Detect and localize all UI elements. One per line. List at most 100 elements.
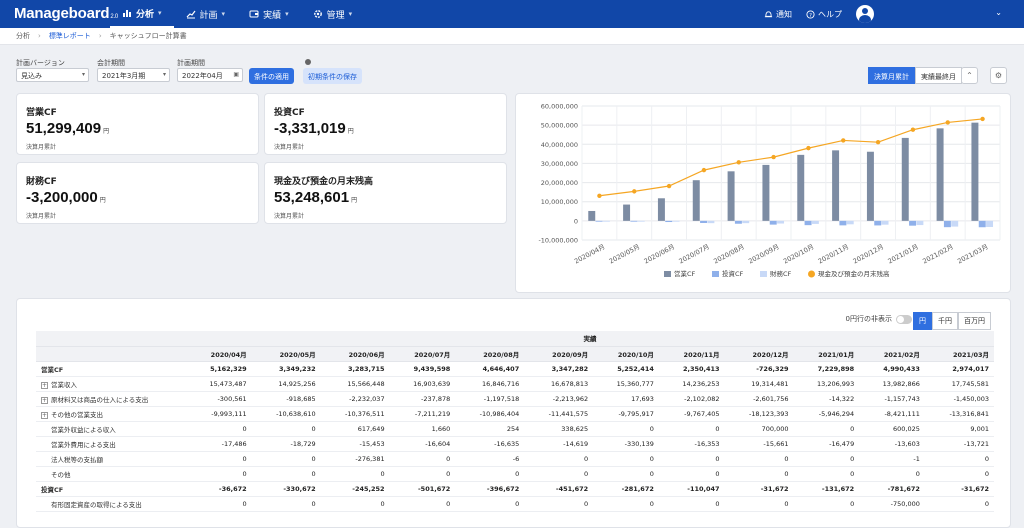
chevron-down-icon: ▾ — [162, 71, 166, 78]
unit-yen[interactable]: 円 — [913, 312, 932, 330]
save-default-filters-button[interactable]: 初期条件の保存 — [303, 68, 362, 84]
table-cell: -396,672 — [455, 481, 525, 497]
x-tick-label: 2021/01月 — [887, 243, 920, 266]
chevron-down-icon[interactable]: ⌄ — [995, 8, 1002, 17]
kpi-title: 営業CF — [26, 108, 57, 118]
row-label[interactable]: + その他の営業支出 — [36, 406, 186, 422]
version-select[interactable]: 見込み ▾ — [16, 68, 89, 82]
row-label-text: 投資CF — [41, 485, 64, 494]
main-nav: 分析 ▾ 計画 ▾ 実績 ▾ 管理 ▾ — [110, 0, 364, 28]
fiscal-period-select[interactable]: 2021年3月期 ▾ — [97, 68, 170, 82]
table-cell: 0 — [593, 451, 659, 467]
toggle-switch[interactable] — [896, 314, 912, 324]
unit-million-yen[interactable]: 百万円 — [958, 312, 991, 330]
table-cell: 9,439,598 — [389, 361, 456, 377]
table-cell: -16,635 — [455, 436, 525, 452]
chevron-down-icon: ▾ — [285, 10, 289, 18]
table-cell: 0 — [389, 466, 456, 482]
table-cell: -2,102,082 — [658, 391, 725, 407]
help-link[interactable]: ? ヘルプ — [806, 9, 842, 20]
bar-投資CF — [734, 220, 742, 224]
table-cell: 0 — [251, 421, 321, 437]
row-label-text: 営業CF — [41, 365, 64, 374]
table-cell: 0 — [859, 466, 925, 482]
table-header-cell: 2021/01月 — [793, 346, 860, 362]
legend-swatch — [808, 270, 815, 278]
bar-財務CF — [742, 220, 750, 224]
table-cell: 0 — [389, 496, 456, 512]
table-header-cell: 2020/12月 — [724, 346, 794, 362]
line-point — [980, 116, 985, 122]
view-toggle-latest-month[interactable]: 実績最終月 — [915, 67, 962, 84]
nav-item-plan[interactable]: 計画 ▾ — [174, 0, 238, 28]
table-header-row: 2020/04月 2020/05月 2020/06月 2020/07月 2020/08月… — [36, 346, 994, 362]
table-cell: -31,672 — [924, 481, 994, 497]
table-cell: -31,672 — [724, 481, 794, 497]
breadcrumb-item[interactable]: 標準レポート — [49, 31, 91, 41]
table-cell: -16,353 — [658, 436, 725, 452]
app-logo[interactable]: Manageboard2.0 — [14, 5, 118, 22]
settings-button[interactable]: ⚙ — [990, 67, 1007, 84]
breadcrumb-item[interactable]: 分析 — [16, 31, 30, 41]
expand-icon[interactable]: + — [41, 381, 48, 389]
table-row: 営業外収益による収入 0 0 617,649 1,660 254 338,625 0 0 700,… — [36, 421, 994, 437]
table-cell: -726,329 — [724, 361, 794, 377]
nav-item-actuals[interactable]: 実績 ▾ — [237, 0, 301, 28]
row-label: 有形固定資産の取得による支出 — [36, 496, 186, 512]
bar-営業CF — [901, 137, 909, 221]
table-cell: -10,638,610 — [251, 406, 321, 422]
row-label-text: 営業外費用による支出 — [51, 440, 116, 449]
breadcrumb-current: キャッシュフロー計算書 — [109, 32, 187, 40]
expand-icon[interactable]: + — [41, 396, 48, 404]
table-cell: -13,721 — [924, 436, 994, 452]
unit-thousand-yen[interactable]: 千円 — [932, 312, 958, 330]
x-tick-label: 2021/03月 — [956, 243, 989, 266]
plan-period-input[interactable]: 2022年04月 ▣ — [177, 68, 243, 82]
table-cell: 0 — [658, 496, 725, 512]
table-cell: -1,197,518 — [455, 391, 525, 407]
row-label-text: その他の営業支出 — [51, 410, 103, 419]
table-cell: 0 — [455, 496, 525, 512]
table-cell: 0 — [251, 466, 321, 482]
table-cell: 0 — [924, 496, 994, 512]
user-avatar[interactable] — [856, 5, 874, 23]
apply-filters-button[interactable]: 条件の適用 — [249, 68, 294, 84]
table-cell: -1,157,743 — [859, 391, 925, 407]
table-cell: -2,213,962 — [524, 391, 594, 407]
table-header-cell: 2021/02月 — [859, 346, 925, 362]
table-cell: -18,729 — [251, 436, 321, 452]
table-cell: -237,878 — [389, 391, 456, 407]
table-cell: -13,603 — [859, 436, 925, 452]
x-tick-label: 2020/06月 — [643, 243, 676, 266]
table-header-cell: 2020/08月 — [455, 346, 525, 362]
view-toggle-cumulative[interactable]: 決算月累計 — [868, 67, 915, 84]
table-cell: 14,925,256 — [251, 376, 321, 392]
table-cell: 0 — [793, 466, 860, 482]
bar-営業CF — [588, 210, 596, 221]
table-header-cell: 2020/07月 — [389, 346, 456, 362]
chevron-down-icon: ▾ — [221, 10, 226, 18]
bar-財務CF — [672, 220, 680, 222]
kpi-subtitle: 決算月累計 — [274, 213, 305, 220]
zero-row-toggle[interactable]: 0円行の非表示 — [846, 314, 912, 324]
bar-投資CF — [874, 220, 882, 226]
x-tick-label: 2020/09月 — [747, 243, 780, 266]
table-cell: 9,001 — [924, 421, 994, 437]
table-cell: -16,604 — [389, 436, 456, 452]
bar-財務CF — [881, 220, 889, 225]
expand-icon[interactable]: + — [41, 411, 48, 419]
table-cell: 0 — [724, 496, 794, 512]
nav-item-analysis[interactable]: 分析 ▾ — [110, 0, 174, 28]
bar-営業CF — [797, 154, 805, 221]
table-cell: 600,025 — [859, 421, 925, 437]
line-point — [875, 139, 881, 145]
row-label[interactable]: + 営業収入 — [36, 376, 186, 392]
bar-営業CF — [866, 151, 874, 221]
wallet-icon — [249, 10, 259, 18]
notifications-link[interactable]: 通知 — [764, 9, 792, 20]
kpi-title: 現金及び預金の月末残高 — [274, 177, 374, 187]
table-row: + 原材料又は商品の仕入による支出 -300,561 -918,685 -2,232,0… — [36, 391, 994, 407]
row-label[interactable]: + 原材料又は商品の仕入による支出 — [36, 391, 186, 407]
nav-item-admin[interactable]: 管理 ▾ — [301, 0, 365, 28]
collapse-button[interactable]: ⌃ — [961, 67, 978, 84]
